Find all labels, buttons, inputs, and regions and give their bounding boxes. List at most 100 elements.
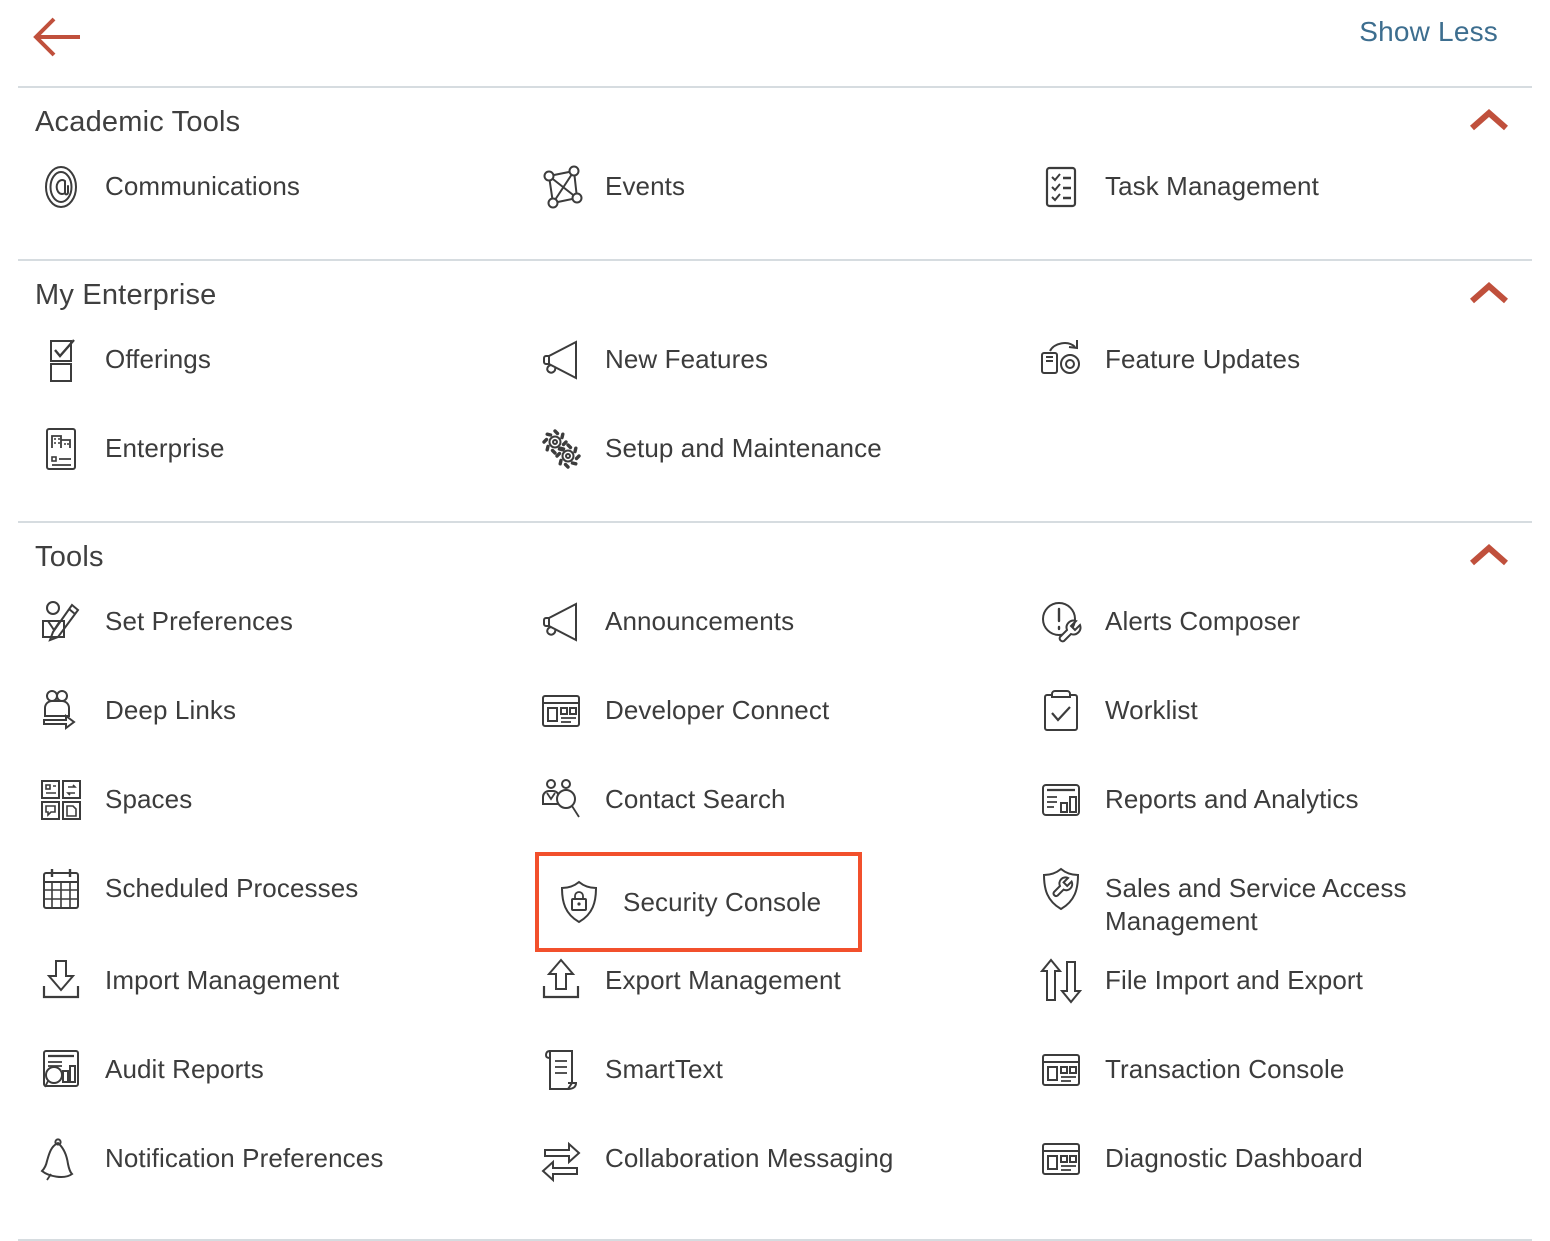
- tile-label: Audit Reports: [105, 1054, 264, 1084]
- tile-label: Communications: [105, 171, 301, 201]
- tile-label: Import Management: [105, 965, 340, 995]
- tile-task-management[interactable]: Task Management: [1035, 154, 1532, 243]
- tile-grid-academic-tools: Communications Events Task Management: [18, 154, 1532, 259]
- tile-label: Export Management: [605, 965, 841, 995]
- section-header: Academic Tools: [18, 88, 1532, 154]
- tile-alerts-composer[interactable]: Alerts Composer: [1035, 589, 1532, 678]
- exchange-arrows-icon: [535, 1132, 587, 1186]
- browser-window-icon: [1035, 1132, 1087, 1186]
- tile-events[interactable]: Events: [535, 154, 1035, 243]
- chevron-up-icon[interactable]: [1468, 279, 1510, 309]
- tile-spaces[interactable]: Spaces: [35, 767, 535, 856]
- tile-sales-and-service-access-management[interactable]: Sales and Service Access Management: [1035, 856, 1532, 948]
- tile-scheduled-processes[interactable]: Scheduled Processes: [35, 856, 535, 948]
- person-pencil-icon: [35, 595, 87, 649]
- bell-icon: [35, 1132, 87, 1186]
- tile-label: Developer Connect: [605, 695, 830, 725]
- tile-import-management[interactable]: Import Management: [35, 948, 535, 1037]
- tile-label: Contact Search: [605, 784, 786, 814]
- tile-audit-reports[interactable]: Audit Reports: [35, 1037, 535, 1126]
- device-refresh-icon: [1035, 333, 1087, 387]
- tile-label: Announcements: [605, 606, 795, 636]
- up-down-arrows-icon: [1035, 954, 1087, 1008]
- people-arrow-icon: [35, 684, 87, 738]
- tile-file-import-and-export[interactable]: File Import and Export: [1035, 948, 1532, 1037]
- clipboard-check-icon: [1035, 684, 1087, 738]
- tile-offerings[interactable]: Offerings: [35, 327, 535, 416]
- people-magnifier-icon: [535, 773, 587, 827]
- tile-label: Setup and Maintenance: [605, 433, 882, 463]
- scroll-document-icon: [535, 1043, 587, 1097]
- section-title-tools: Tools: [35, 541, 104, 573]
- tile-announcements[interactable]: Announcements: [535, 589, 1035, 678]
- tile-label: File Import and Export: [1105, 965, 1363, 995]
- browser-window-icon: [1035, 1043, 1087, 1097]
- tile-label: Offerings: [105, 344, 211, 374]
- tile-label: Set Preferences: [105, 606, 293, 636]
- tile-enterprise[interactable]: Enterprise: [35, 416, 535, 505]
- tile-label: Notification Preferences: [105, 1143, 384, 1173]
- tile-security-console[interactable]: Security Console: [535, 852, 862, 952]
- tile-notification-preferences[interactable]: Notification Preferences: [35, 1126, 535, 1215]
- tile-reports-and-analytics[interactable]: Reports and Analytics: [1035, 767, 1532, 856]
- upload-tray-icon: [535, 954, 587, 1008]
- tile-label: Diagnostic Dashboard: [1105, 1143, 1363, 1173]
- tile-label: Deep Links: [105, 695, 237, 725]
- download-tray-icon: [35, 954, 87, 1008]
- checkbox-stack-icon: [35, 333, 87, 387]
- shield-lock-icon: [553, 875, 605, 929]
- tile-label: Enterprise: [105, 433, 225, 463]
- tile-deep-links[interactable]: Deep Links: [35, 678, 535, 767]
- tile-label: Transaction Console: [1105, 1054, 1345, 1084]
- shield-wrench-icon: [1035, 862, 1087, 916]
- tile-label: Feature Updates: [1105, 344, 1301, 374]
- browser-window-icon: [535, 684, 587, 738]
- show-less-link[interactable]: Show Less: [1359, 16, 1498, 48]
- section-header: Tools: [18, 523, 1532, 589]
- tile-collaboration-messaging[interactable]: Collaboration Messaging: [535, 1126, 1035, 1215]
- section-my-enterprise: My Enterprise Offerings New Features Fea…: [0, 261, 1550, 521]
- tile-label: Worklist: [1105, 695, 1198, 725]
- section-tools: Tools Set Preferences Announcements Aler…: [0, 523, 1550, 1239]
- tile-label: Sales and Service Access Management: [1105, 873, 1407, 936]
- tile-label: Events: [605, 171, 686, 201]
- tile-diagnostic-dashboard[interactable]: Diagnostic Dashboard: [1035, 1126, 1532, 1215]
- tile-smarttext[interactable]: SmartText: [535, 1037, 1035, 1126]
- tile-contact-search[interactable]: Contact Search: [535, 767, 1035, 856]
- tile-export-management[interactable]: Export Management: [535, 948, 1035, 1037]
- tile-label: Spaces: [105, 784, 193, 814]
- megaphone-icon: [535, 333, 587, 387]
- tile-communications[interactable]: Communications: [35, 154, 535, 243]
- at-sign-circle-icon: [35, 160, 87, 214]
- tile-label: Task Management: [1105, 171, 1319, 201]
- tile-feature-updates[interactable]: Feature Updates: [1035, 327, 1532, 416]
- report-chart-icon: [1035, 773, 1087, 827]
- calendar-grid-icon: [35, 862, 87, 916]
- tile-set-preferences[interactable]: Set Preferences: [35, 589, 535, 678]
- top-bar: Show Less: [0, 0, 1550, 86]
- tile-transaction-console[interactable]: Transaction Console: [1035, 1037, 1532, 1126]
- tile-new-features[interactable]: New Features: [535, 327, 1035, 416]
- gears-icon: [535, 422, 587, 476]
- tile-worklist[interactable]: Worklist: [1035, 678, 1532, 767]
- tile-empty-slot: [1035, 416, 1532, 505]
- tile-developer-connect[interactable]: Developer Connect: [535, 678, 1035, 767]
- checklist-icon: [1035, 160, 1087, 214]
- tile-label: Scheduled Processes: [105, 873, 359, 903]
- tile-grid-tools: Set Preferences Announcements Alerts Com…: [18, 589, 1532, 1231]
- tile-label: Security Console: [623, 886, 822, 917]
- chevron-up-icon[interactable]: [1468, 106, 1510, 136]
- tile-label: Reports and Analytics: [1105, 784, 1359, 814]
- tile-label: Collaboration Messaging: [605, 1143, 894, 1173]
- four-panels-icon: [35, 773, 87, 827]
- section-title-my-enterprise: My Enterprise: [35, 279, 217, 311]
- megaphone-icon: [535, 595, 587, 649]
- tile-setup-and-maintenance[interactable]: Setup and Maintenance: [535, 416, 1035, 505]
- back-arrow-icon[interactable]: [30, 14, 86, 60]
- alert-wrench-icon: [1035, 595, 1087, 649]
- office-building-icon: [35, 422, 87, 476]
- tile-grid-my-enterprise: Offerings New Features Feature Updates E…: [18, 327, 1532, 521]
- chevron-up-icon[interactable]: [1468, 541, 1510, 571]
- tile-label: Alerts Composer: [1105, 606, 1301, 636]
- section-academic-tools: Academic Tools Communications Events Tas…: [0, 88, 1550, 259]
